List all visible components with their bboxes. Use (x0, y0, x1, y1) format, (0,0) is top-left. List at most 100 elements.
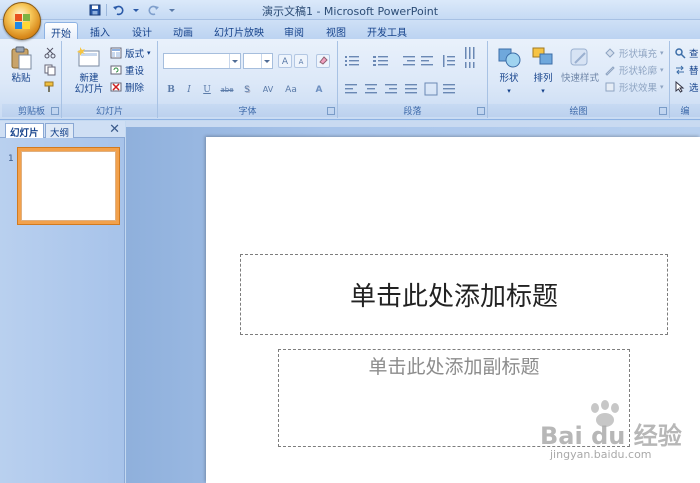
office-logo-icon (15, 14, 30, 29)
chevron-down-icon: ▾ (541, 87, 545, 95)
reset-button[interactable]: 重设 (110, 63, 144, 77)
tab-review[interactable]: 审阅 (278, 22, 310, 39)
scissors-icon (44, 47, 56, 59)
group-font: A A B I U abe S AV Aa A 字体 (158, 41, 338, 118)
chevron-down-icon[interactable] (261, 54, 272, 68)
thumbnail-canvas (21, 151, 116, 221)
slides-pane: 幻灯片 大纲 ✕ 1 (0, 121, 125, 483)
title-placeholder[interactable]: 单击此处添加标题 (240, 254, 668, 335)
group-label-editing: 编 (670, 104, 700, 117)
paste-icon (11, 46, 32, 70)
grow-font-button[interactable]: A (278, 54, 292, 68)
arrange-button[interactable]: 排列 ▾ (526, 45, 560, 97)
shape-fill-button[interactable]: 形状填充 ▾ (604, 46, 664, 60)
cut-button[interactable] (44, 46, 56, 60)
quick-styles-icon (570, 48, 588, 66)
font-color-button[interactable]: A (308, 83, 330, 97)
chevron-down-icon: ▾ (507, 87, 511, 95)
layout-button[interactable]: 版式 ▾ (110, 46, 151, 60)
reset-icon (110, 65, 122, 75)
find-button[interactable]: 查 (674, 46, 699, 60)
replace-button[interactable]: 替 (674, 63, 699, 77)
change-case-button[interactable]: Aa (282, 83, 300, 97)
window-title: 演示文稿1 - Microsoft PowerPoint (261, 5, 439, 18)
tab-view[interactable]: 视图 (320, 22, 352, 39)
char-spacing-button[interactable]: AV (258, 83, 278, 97)
shapes-button[interactable]: 形状 ▾ (492, 45, 526, 97)
font-size-combo[interactable] (243, 53, 273, 69)
dialog-launcher-icon[interactable] (659, 107, 667, 115)
group-label-font: 字体 (158, 104, 337, 117)
format-painter-button[interactable] (44, 80, 56, 94)
watermark-brand: Bai du 经验 (540, 422, 682, 450)
delete-button[interactable]: 删除 (110, 80, 144, 94)
find-icon (675, 48, 686, 59)
effects-icon (605, 82, 615, 92)
group-drawing: 形状 ▾ 排列 ▾ 快速样式 形状填充 ▾ 形状轮廓 ▾ 形状效果 ▾ 绘图 (488, 41, 670, 118)
font-name-combo[interactable] (163, 53, 241, 69)
clear-format-button[interactable] (316, 54, 330, 68)
group-label-drawing: 绘图 (488, 104, 669, 117)
dialog-launcher-icon[interactable] (327, 107, 335, 115)
shape-effects-button[interactable]: 形状效果 ▾ (604, 80, 664, 94)
format-painter-icon (44, 81, 54, 92)
group-label-slides: 幻灯片 (62, 104, 157, 117)
arrange-icon (532, 47, 553, 65)
group-slides: 新建 幻灯片 版式 ▾ 重设 删除 幻灯片 (62, 41, 158, 118)
delete-icon (110, 82, 122, 92)
group-label-paragraph: 段落 (338, 104, 487, 117)
office-button[interactable] (3, 2, 41, 40)
title-bar: 演示文稿1 - Microsoft PowerPoint (0, 0, 700, 20)
shapes-icon (498, 48, 521, 68)
chevron-down-icon: ▾ (147, 49, 151, 57)
tab-insert[interactable]: 插入 (84, 22, 116, 39)
group-paragraph: 段落 (338, 41, 488, 118)
shape-outline-button[interactable]: 形状轮廓 ▾ (604, 63, 664, 77)
new-slide-icon (77, 47, 100, 67)
dialog-launcher-icon[interactable] (51, 107, 59, 115)
tab-slides[interactable]: 幻灯片 (5, 123, 44, 139)
paragraph-row2-icons[interactable] (343, 81, 483, 97)
group-clipboard: 粘贴 剪贴板 (2, 41, 62, 118)
group-editing: 查 替 选 编 (670, 41, 700, 118)
replace-icon (676, 65, 684, 75)
tab-home[interactable]: 开始 (44, 22, 78, 40)
dialog-launcher-icon[interactable] (477, 107, 485, 115)
tab-animation[interactable]: 动画 (167, 22, 199, 39)
underline-button[interactable]: U (200, 83, 214, 97)
paragraph-row1-icons[interactable] (343, 53, 483, 69)
slide-number: 1 (8, 154, 14, 164)
new-slide-button[interactable]: 新建 幻灯片 (68, 45, 110, 95)
tab-design[interactable]: 设计 (126, 22, 158, 39)
eraser-icon (319, 56, 328, 65)
copy-button[interactable] (44, 63, 56, 77)
chevron-down-icon: ▾ (660, 66, 664, 74)
tab-outline[interactable]: 大纲 (45, 123, 75, 139)
editor-top-bar (126, 121, 700, 127)
ribbon-tabs: 开始 插入 设计 动画 幻灯片放映 审阅 视图 开发工具 (0, 20, 700, 40)
watermark-url: jingyan.baidu.com (550, 448, 652, 461)
chevron-down-icon[interactable] (229, 54, 240, 68)
tab-developer[interactable]: 开发工具 (361, 22, 413, 39)
bold-button[interactable]: B (164, 83, 178, 97)
watermark: Bai du 经验 jingyan.baidu.com (540, 400, 695, 470)
layout-icon (110, 47, 122, 59)
text-direction-icon[interactable] (463, 45, 483, 69)
paste-button[interactable]: 粘贴 (8, 45, 34, 84)
font-color-icon: A (315, 85, 323, 95)
shrink-font-button[interactable]: A (294, 54, 308, 68)
ribbon: 粘贴 剪贴板 新建 幻灯片 版式 ▾ 重设 删除 幻灯片 A A B I U a… (0, 39, 700, 120)
close-icon[interactable]: ✕ (109, 122, 120, 137)
italic-button[interactable]: I (182, 83, 196, 97)
tab-slideshow[interactable]: 幻灯片放映 (208, 22, 270, 39)
slide-thumbnail[interactable] (17, 147, 120, 225)
strikethrough-button[interactable]: abe (218, 83, 236, 97)
copy-icon (44, 64, 56, 76)
select-button[interactable]: 选 (674, 80, 699, 94)
quick-styles-button[interactable]: 快速样式 (558, 45, 602, 84)
chevron-down-icon: ▾ (660, 83, 664, 91)
cursor-icon (675, 81, 685, 93)
pane-tabs: 幻灯片 大纲 ✕ (0, 121, 125, 139)
shadow-button[interactable]: S (240, 83, 254, 97)
paint-bucket-icon (605, 48, 615, 58)
